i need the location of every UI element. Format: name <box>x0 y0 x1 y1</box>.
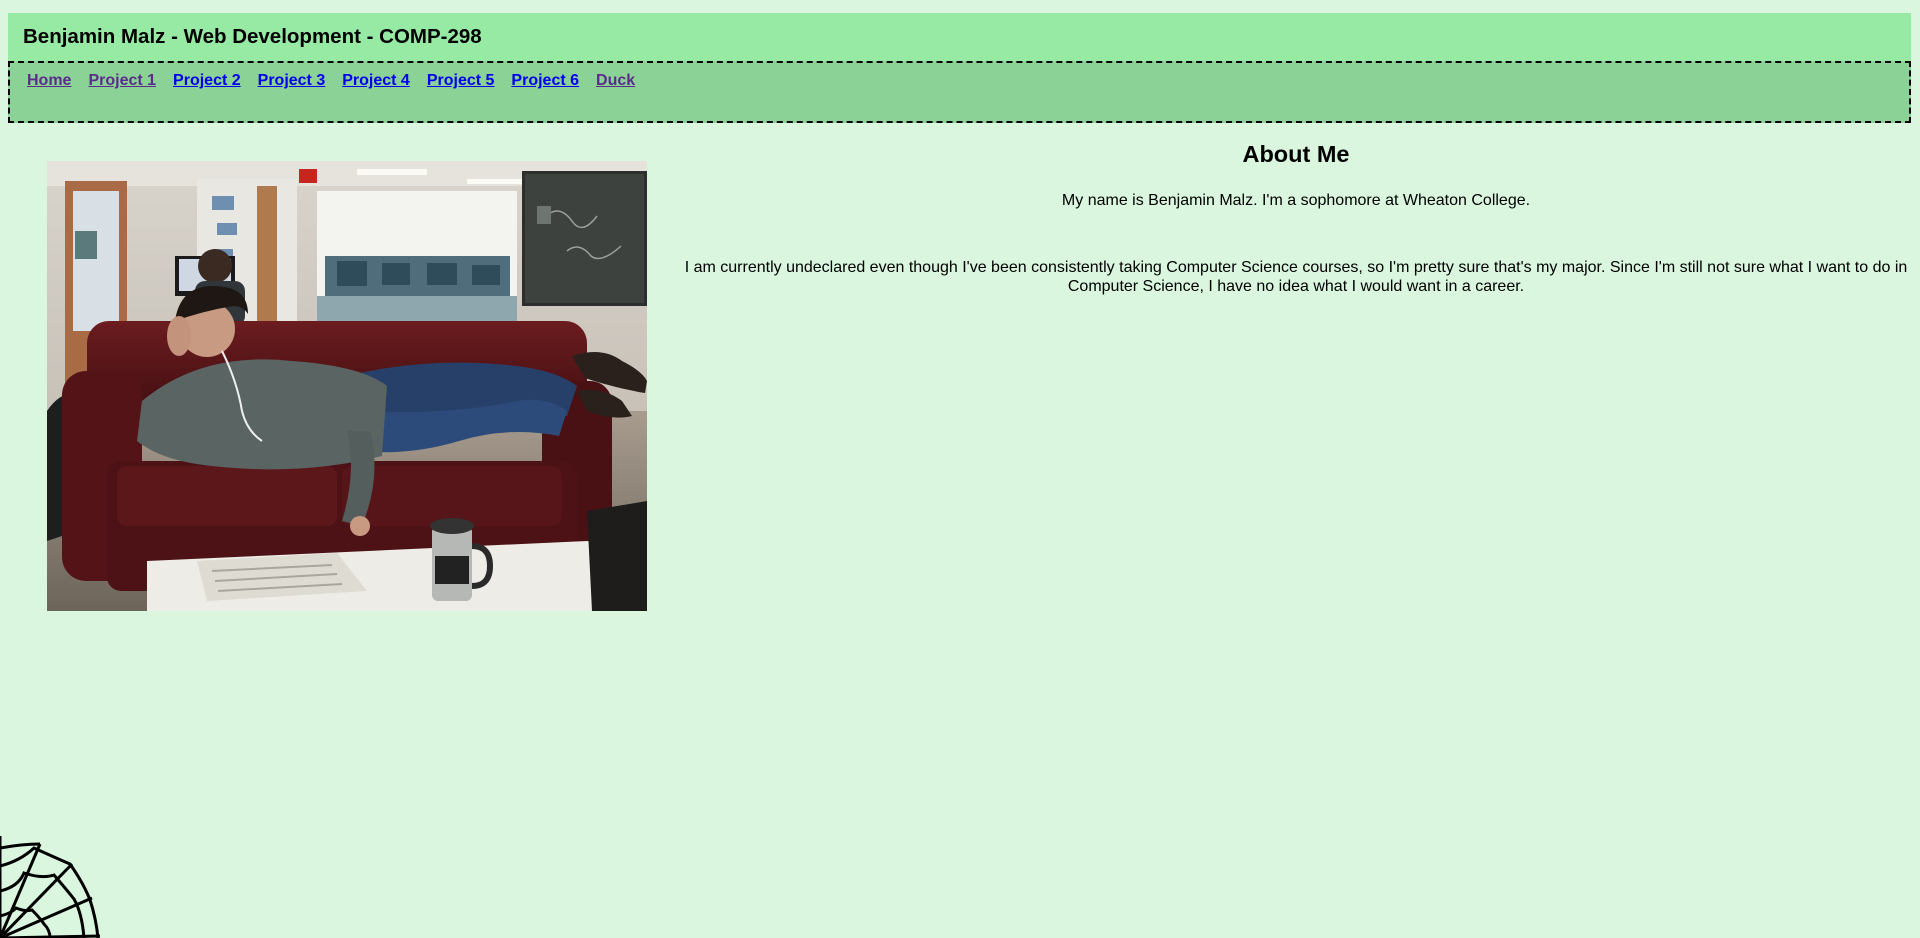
main-nav: Home Project 1 Project 2 Project 3 Proje… <box>8 61 1911 123</box>
nav-link-project-4[interactable]: Project 4 <box>342 73 410 89</box>
page: Benjamin Malz - Web Development - COMP-2… <box>0 0 1920 938</box>
spider-web-icon <box>0 836 102 938</box>
nav-link-project-3[interactable]: Project 3 <box>258 73 326 89</box>
site-title: Benjamin Malz - Web Development - COMP-2… <box>23 25 482 48</box>
site-header: Benjamin Malz - Web Development - COMP-2… <box>8 13 1911 62</box>
about-intro-text: My name is Benjamin Malz. I'm a sophomor… <box>1061 192 1531 209</box>
about-title: About Me <box>1242 141 1350 167</box>
nav-links: Home Project 1 Project 2 Project 3 Proje… <box>27 73 635 89</box>
nav-link-project-5[interactable]: Project 5 <box>427 73 495 89</box>
nav-link-project-2[interactable]: Project 2 <box>173 73 241 89</box>
profile-photo <box>47 161 647 611</box>
about-section: About Me My name is Benjamin Malz. I'm a… <box>680 141 1912 295</box>
nav-link-project-6[interactable]: Project 6 <box>511 73 579 89</box>
about-career-text: I am currently undeclared even though I'… <box>684 259 1908 295</box>
nav-link-home[interactable]: Home <box>27 73 71 89</box>
nav-link-project-1[interactable]: Project 1 <box>88 73 156 89</box>
nav-link-duck[interactable]: Duck <box>596 73 635 89</box>
